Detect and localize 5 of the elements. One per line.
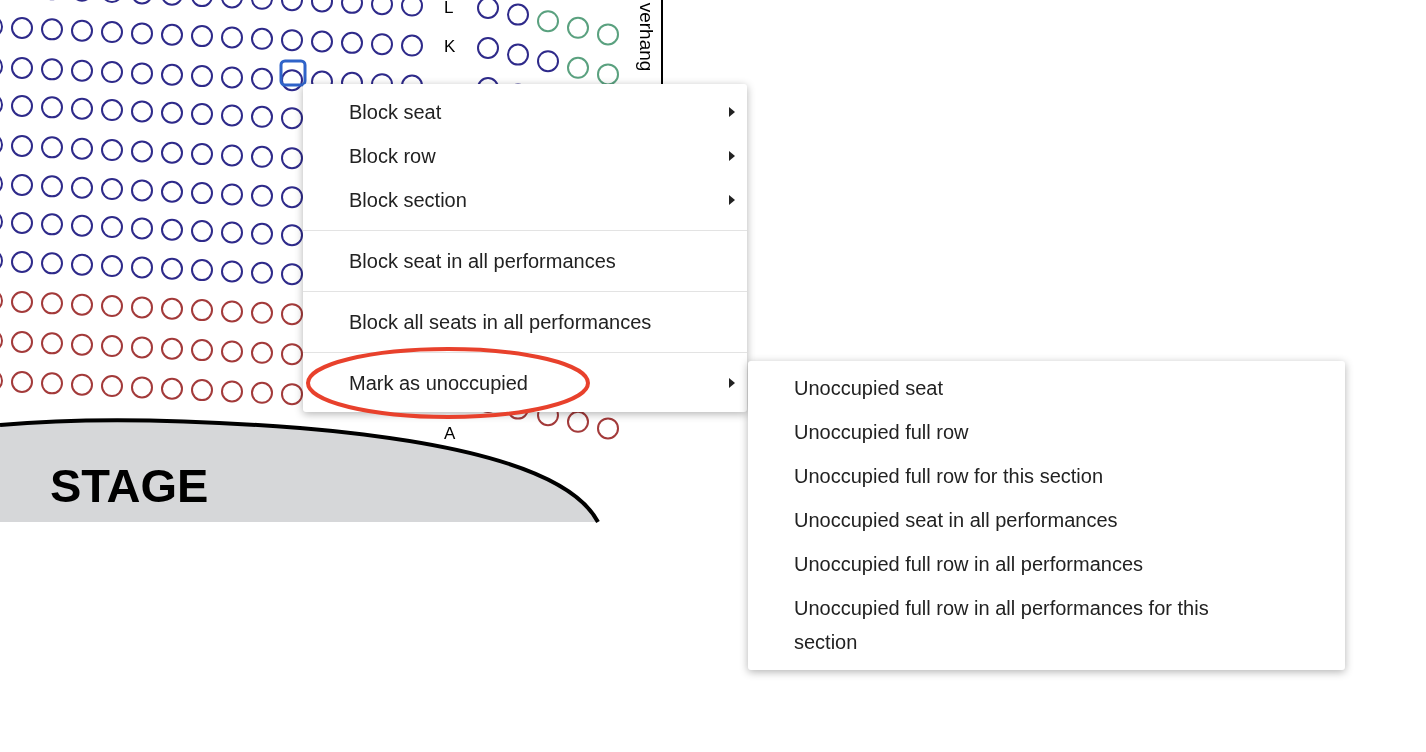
section-label: verhang	[635, 2, 658, 72]
row-label: A	[444, 423, 456, 445]
row-label: L	[444, 0, 454, 19]
row-label: K	[444, 36, 456, 58]
stage-label: STAGE	[50, 458, 209, 514]
